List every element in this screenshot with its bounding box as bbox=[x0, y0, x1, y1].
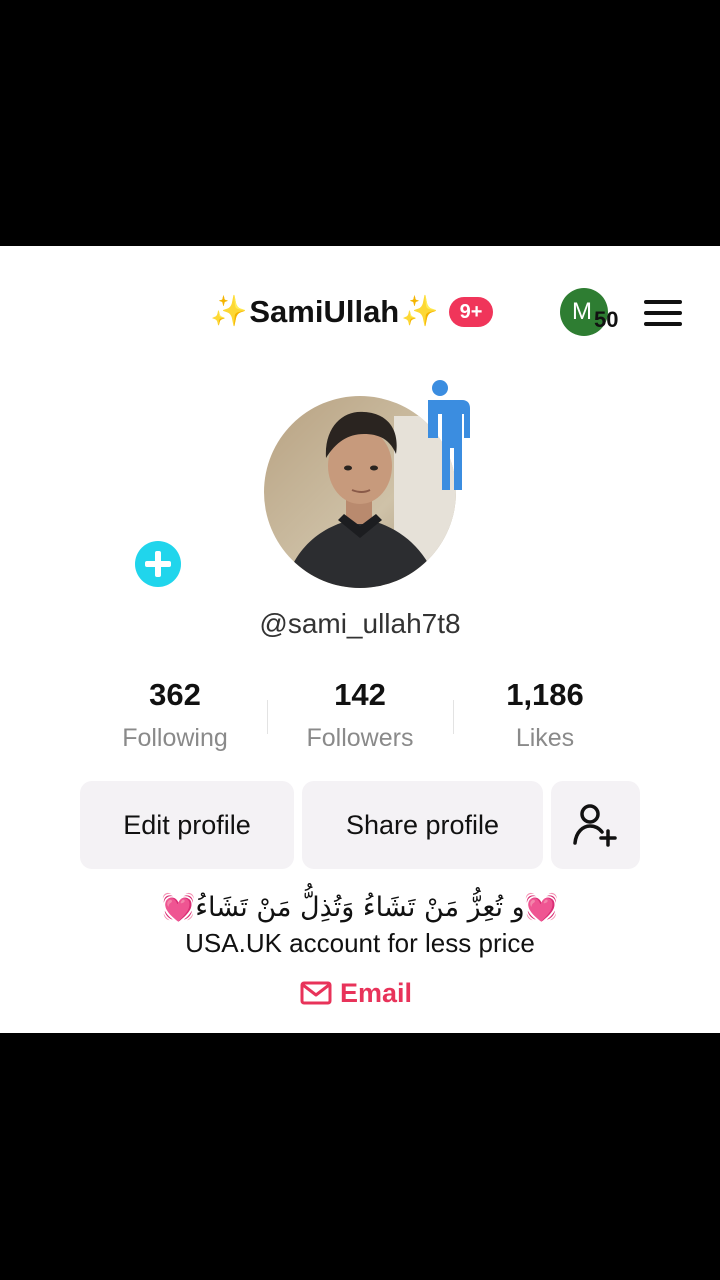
sparkle-icon: ✨ bbox=[210, 295, 248, 328]
sparkle-icon: ✨ bbox=[401, 295, 439, 328]
stat-label: Following bbox=[122, 724, 228, 752]
profile-panel: ✨ SamiUllah ✨ 9+ M 50 @sami_ullah7t8 362… bbox=[0, 246, 720, 1033]
share-profile-button[interactable]: Share profile bbox=[302, 781, 543, 869]
stat-following[interactable]: 362 Following bbox=[80, 672, 270, 758]
title-row[interactable]: ✨ SamiUllah ✨ 9+ bbox=[210, 292, 494, 332]
username: @sami_ullah7t8 bbox=[259, 608, 461, 639]
stat-value: 1,186 bbox=[506, 677, 584, 712]
profile-header: ✨ SamiUllah ✨ 9+ M 50 bbox=[0, 246, 720, 386]
plus-icon bbox=[135, 541, 181, 587]
stat-value: 362 bbox=[149, 677, 201, 712]
email-link[interactable]: Email bbox=[300, 973, 412, 1013]
add-avatar-button[interactable] bbox=[130, 536, 186, 592]
notification-badge[interactable]: 9+ bbox=[448, 297, 494, 327]
stat-label: Likes bbox=[515, 724, 575, 752]
profile-stats: 362 Following 142 Followers 1,186 Likes bbox=[80, 672, 640, 762]
bio-text-line: USA.UK account for less price bbox=[185, 928, 535, 958]
stat-likes[interactable]: 1,186 Likes bbox=[450, 672, 640, 758]
coin-count: 50 bbox=[594, 307, 619, 332]
edit-profile-button[interactable]: Edit profile bbox=[80, 781, 294, 869]
display-name[interactable]: SamiUllah bbox=[249, 292, 399, 332]
screen: ✨ SamiUllah ✨ 9+ M 50 @sami_ullah7t8 362… bbox=[0, 0, 720, 1280]
profile-actions: Edit profile Share profile bbox=[80, 781, 640, 869]
mail-icon bbox=[300, 981, 332, 1005]
stat-value: 142 bbox=[334, 677, 386, 712]
hamburger-menu-icon[interactable] bbox=[644, 298, 684, 328]
add-friend-icon bbox=[572, 804, 617, 847]
stat-followers[interactable]: 142 Followers bbox=[265, 672, 455, 758]
person-sticker-icon bbox=[422, 378, 474, 492]
add-friend-button[interactable] bbox=[551, 781, 640, 869]
coin-balance[interactable]: M 50 bbox=[560, 288, 630, 338]
stat-label: Followers bbox=[306, 724, 414, 752]
email-label: Email bbox=[340, 978, 413, 1008]
